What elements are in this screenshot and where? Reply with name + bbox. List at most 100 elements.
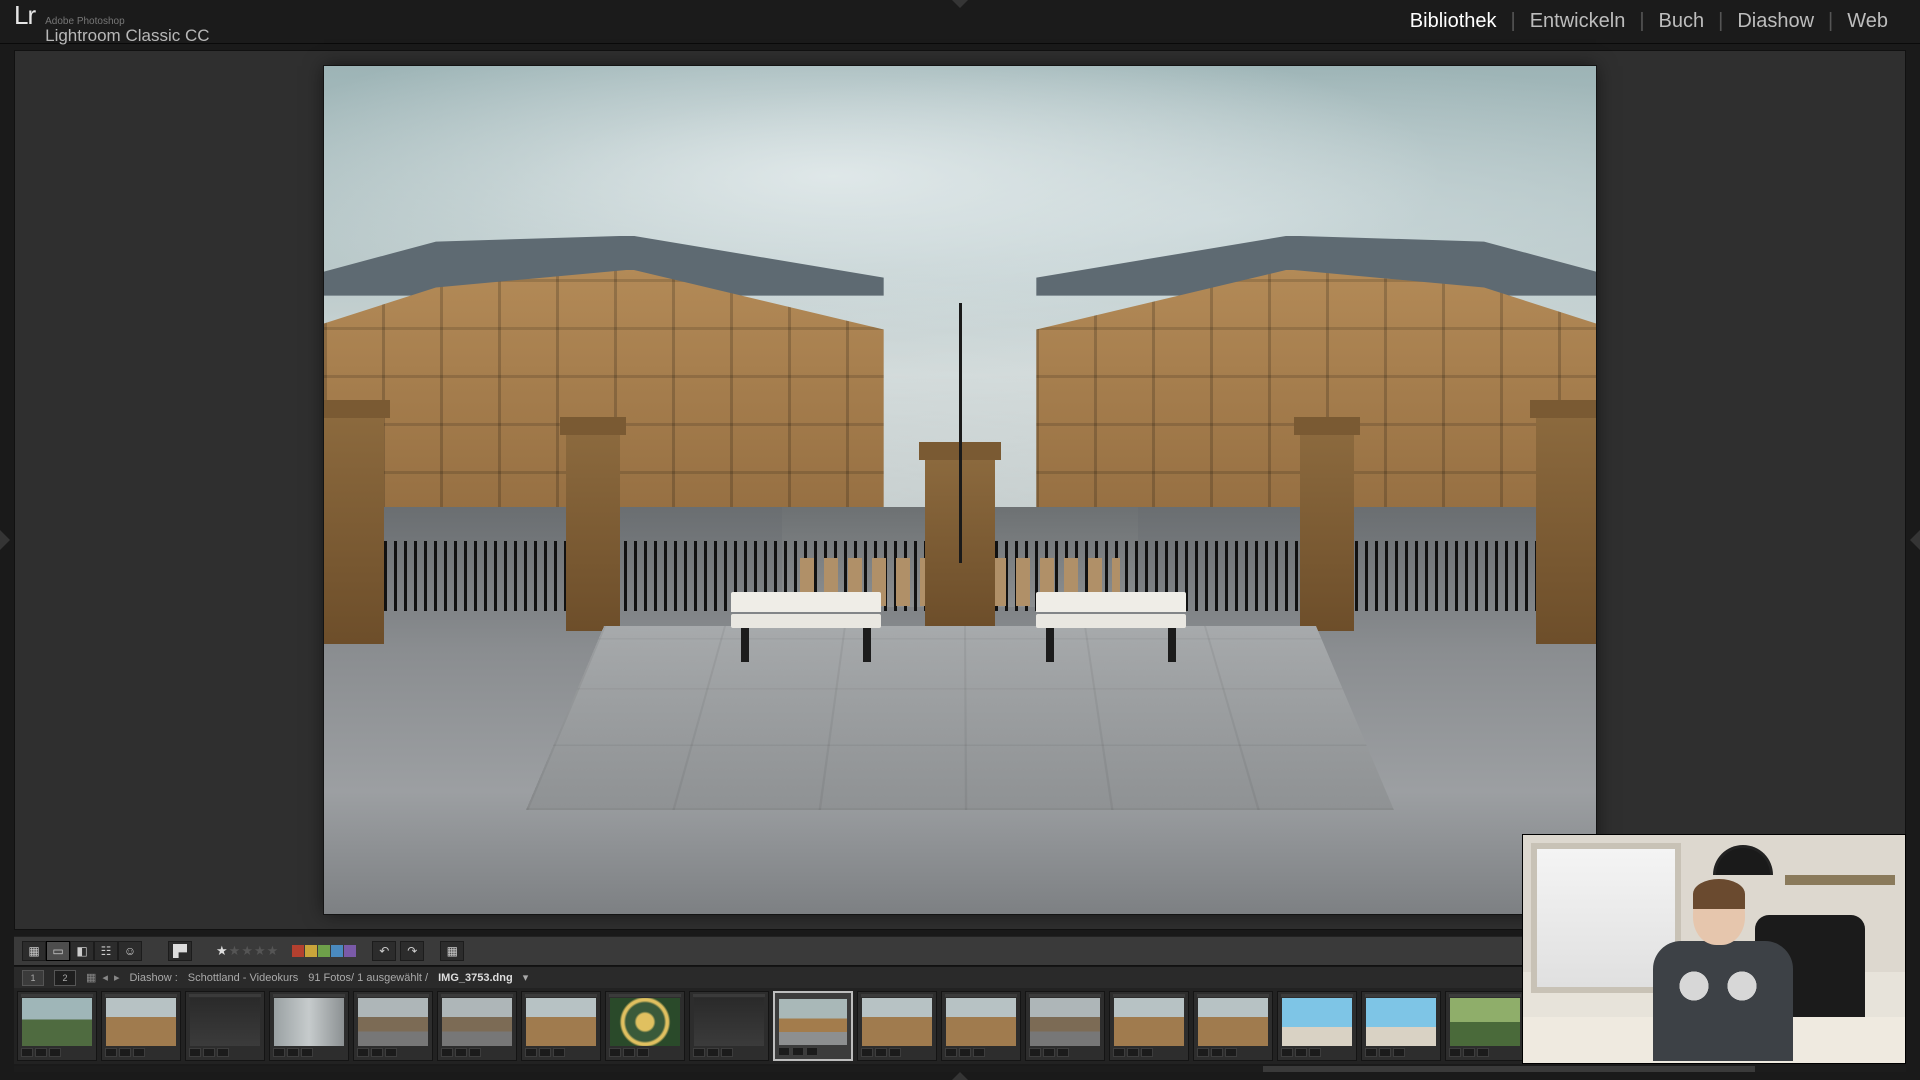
- prev-photo-icon[interactable]: ◂: [102, 971, 108, 984]
- thumbnail[interactable]: [437, 991, 517, 1061]
- filmstrip-scroll-handle[interactable]: [1263, 1066, 1755, 1072]
- flag-pick-button[interactable]: [168, 941, 192, 961]
- thumbnail[interactable]: [1361, 991, 1441, 1061]
- thumbnail[interactable]: [1109, 991, 1189, 1061]
- primary-monitor-button[interactable]: 1: [22, 970, 44, 986]
- thumbnail-badges: [525, 1048, 597, 1058]
- thumbnail-badges: [441, 1048, 513, 1058]
- thumbnail-badges: [189, 1048, 261, 1058]
- thumbnail-badges: [778, 1047, 848, 1057]
- thumbnail[interactable]: [689, 991, 769, 1061]
- filmstrip-collection[interactable]: Schottland - Videokurs: [188, 972, 298, 984]
- filmstrip-nav-icons[interactable]: ▦ ◂ ▸: [86, 971, 119, 984]
- bottom-panel-toggle-icon[interactable]: [952, 1072, 968, 1080]
- thumbnail-image: [274, 998, 344, 1046]
- thumbnail-badges: [105, 1048, 177, 1058]
- loupe-viewport[interactable]: [14, 50, 1906, 930]
- top-panel-toggle-icon[interactable]: [952, 0, 968, 8]
- star-1[interactable]: ★: [216, 943, 228, 959]
- rotate-cw-button[interactable]: ↷: [400, 941, 424, 961]
- thumbnail-badges: [1281, 1048, 1353, 1058]
- thumbnail[interactable]: [857, 991, 937, 1061]
- brand-subline: Adobe Photoshop: [45, 17, 209, 27]
- star-2[interactable]: ★: [229, 943, 241, 959]
- color-label-3[interactable]: [331, 945, 343, 957]
- survey-view-icon: ☷: [101, 944, 112, 958]
- thumbnail[interactable]: [521, 991, 601, 1061]
- flag-icon: [173, 944, 187, 958]
- people-view-button[interactable]: ☺: [118, 941, 142, 961]
- thumbnail-image: [779, 999, 847, 1045]
- thumbnail-image: [610, 998, 680, 1046]
- rotate-ccw-button[interactable]: ↶: [372, 941, 396, 961]
- thumbnail[interactable]: [1025, 991, 1105, 1061]
- thumbnail-badges: [1365, 1048, 1437, 1058]
- thumbnail-image: [946, 998, 1016, 1046]
- slideshow-icon: ▦: [447, 944, 458, 958]
- lightroom-logo: Lr: [14, 0, 35, 31]
- thumbnail-badges: [861, 1048, 933, 1058]
- thumbnail-badges: [609, 1048, 681, 1058]
- thumbnail[interactable]: [1193, 991, 1273, 1061]
- thumbnail[interactable]: [1277, 991, 1357, 1061]
- star-4[interactable]: ★: [254, 943, 266, 959]
- thumbnail-badges: [1449, 1048, 1521, 1058]
- impromptu-slideshow-button[interactable]: ▦: [440, 941, 464, 961]
- thumbnail-image: [1282, 998, 1352, 1046]
- identity-plate: Lr Adobe Photoshop Lightroom Classic CC: [14, 0, 210, 44]
- module-web[interactable]: Web: [1833, 10, 1902, 33]
- compare-view-icon: ◧: [76, 944, 87, 958]
- color-label-0[interactable]: [292, 945, 304, 957]
- color-label-swatches[interactable]: [292, 945, 356, 957]
- module-diashow[interactable]: Diashow: [1723, 10, 1828, 33]
- thumbnail-image: [694, 998, 764, 1046]
- loupe-view-button[interactable]: ▭: [46, 941, 70, 961]
- thumbnail[interactable]: [773, 991, 853, 1061]
- brand-name: Lightroom Classic CC: [45, 27, 209, 44]
- thumbnail-image: [862, 998, 932, 1046]
- thumbnail-image: [1030, 998, 1100, 1046]
- grid-jump-icon[interactable]: ▦: [86, 971, 96, 984]
- rotate-cw-icon: ↷: [407, 944, 417, 958]
- identity-plate-bar: Lr Adobe Photoshop Lightroom Classic CC …: [0, 0, 1920, 44]
- left-panel-toggle-icon[interactable]: [0, 530, 10, 550]
- color-label-4[interactable]: [344, 945, 356, 957]
- thumbnail-image: [526, 998, 596, 1046]
- thumbnail[interactable]: [941, 991, 1021, 1061]
- grid-view-icon: ▦: [28, 944, 39, 958]
- secondary-monitor-button[interactable]: 2: [54, 970, 76, 986]
- thumbnail-badges: [945, 1048, 1017, 1058]
- module-entwickeln[interactable]: Entwickeln: [1516, 10, 1640, 33]
- presenter-webcam-overlay: [1522, 834, 1906, 1064]
- rating-stars[interactable]: ★★★★★: [216, 943, 278, 959]
- right-panel-toggle-icon[interactable]: [1910, 530, 1920, 550]
- thumbnail[interactable]: [185, 991, 265, 1061]
- rotate-ccw-icon: ↶: [379, 944, 389, 958]
- color-label-2[interactable]: [318, 945, 330, 957]
- survey-view-button[interactable]: ☷: [94, 941, 118, 961]
- thumbnail[interactable]: [353, 991, 433, 1061]
- thumbnail-badges: [357, 1048, 429, 1058]
- grid-view-button[interactable]: ▦: [22, 941, 46, 961]
- thumbnail-badges: [273, 1048, 345, 1058]
- next-photo-icon[interactable]: ▸: [114, 971, 120, 984]
- thumbnail[interactable]: [605, 991, 685, 1061]
- module-buch[interactable]: Buch: [1645, 10, 1719, 33]
- filmstrip-source-prefix: Diashow :: [129, 972, 177, 984]
- star-5[interactable]: ★: [267, 943, 279, 959]
- compare-view-button[interactable]: ◧: [70, 941, 94, 961]
- thumbnail-image: [1366, 998, 1436, 1046]
- people-view-icon: ☺: [124, 944, 136, 958]
- thumbnail-image: [1114, 998, 1184, 1046]
- thumbnail-image: [106, 998, 176, 1046]
- thumbnail[interactable]: [101, 991, 181, 1061]
- module-bibliothek[interactable]: Bibliothek: [1396, 10, 1511, 33]
- thumbnail-badges: [1113, 1048, 1185, 1058]
- color-label-1[interactable]: [305, 945, 317, 957]
- loupe-image[interactable]: [324, 66, 1596, 914]
- thumbnail[interactable]: [269, 991, 349, 1061]
- thumbnail[interactable]: [1445, 991, 1525, 1061]
- filmstrip-current-file: IMG_3753.dng: [438, 972, 513, 984]
- star-3[interactable]: ★: [241, 943, 253, 959]
- thumbnail[interactable]: [17, 991, 97, 1061]
